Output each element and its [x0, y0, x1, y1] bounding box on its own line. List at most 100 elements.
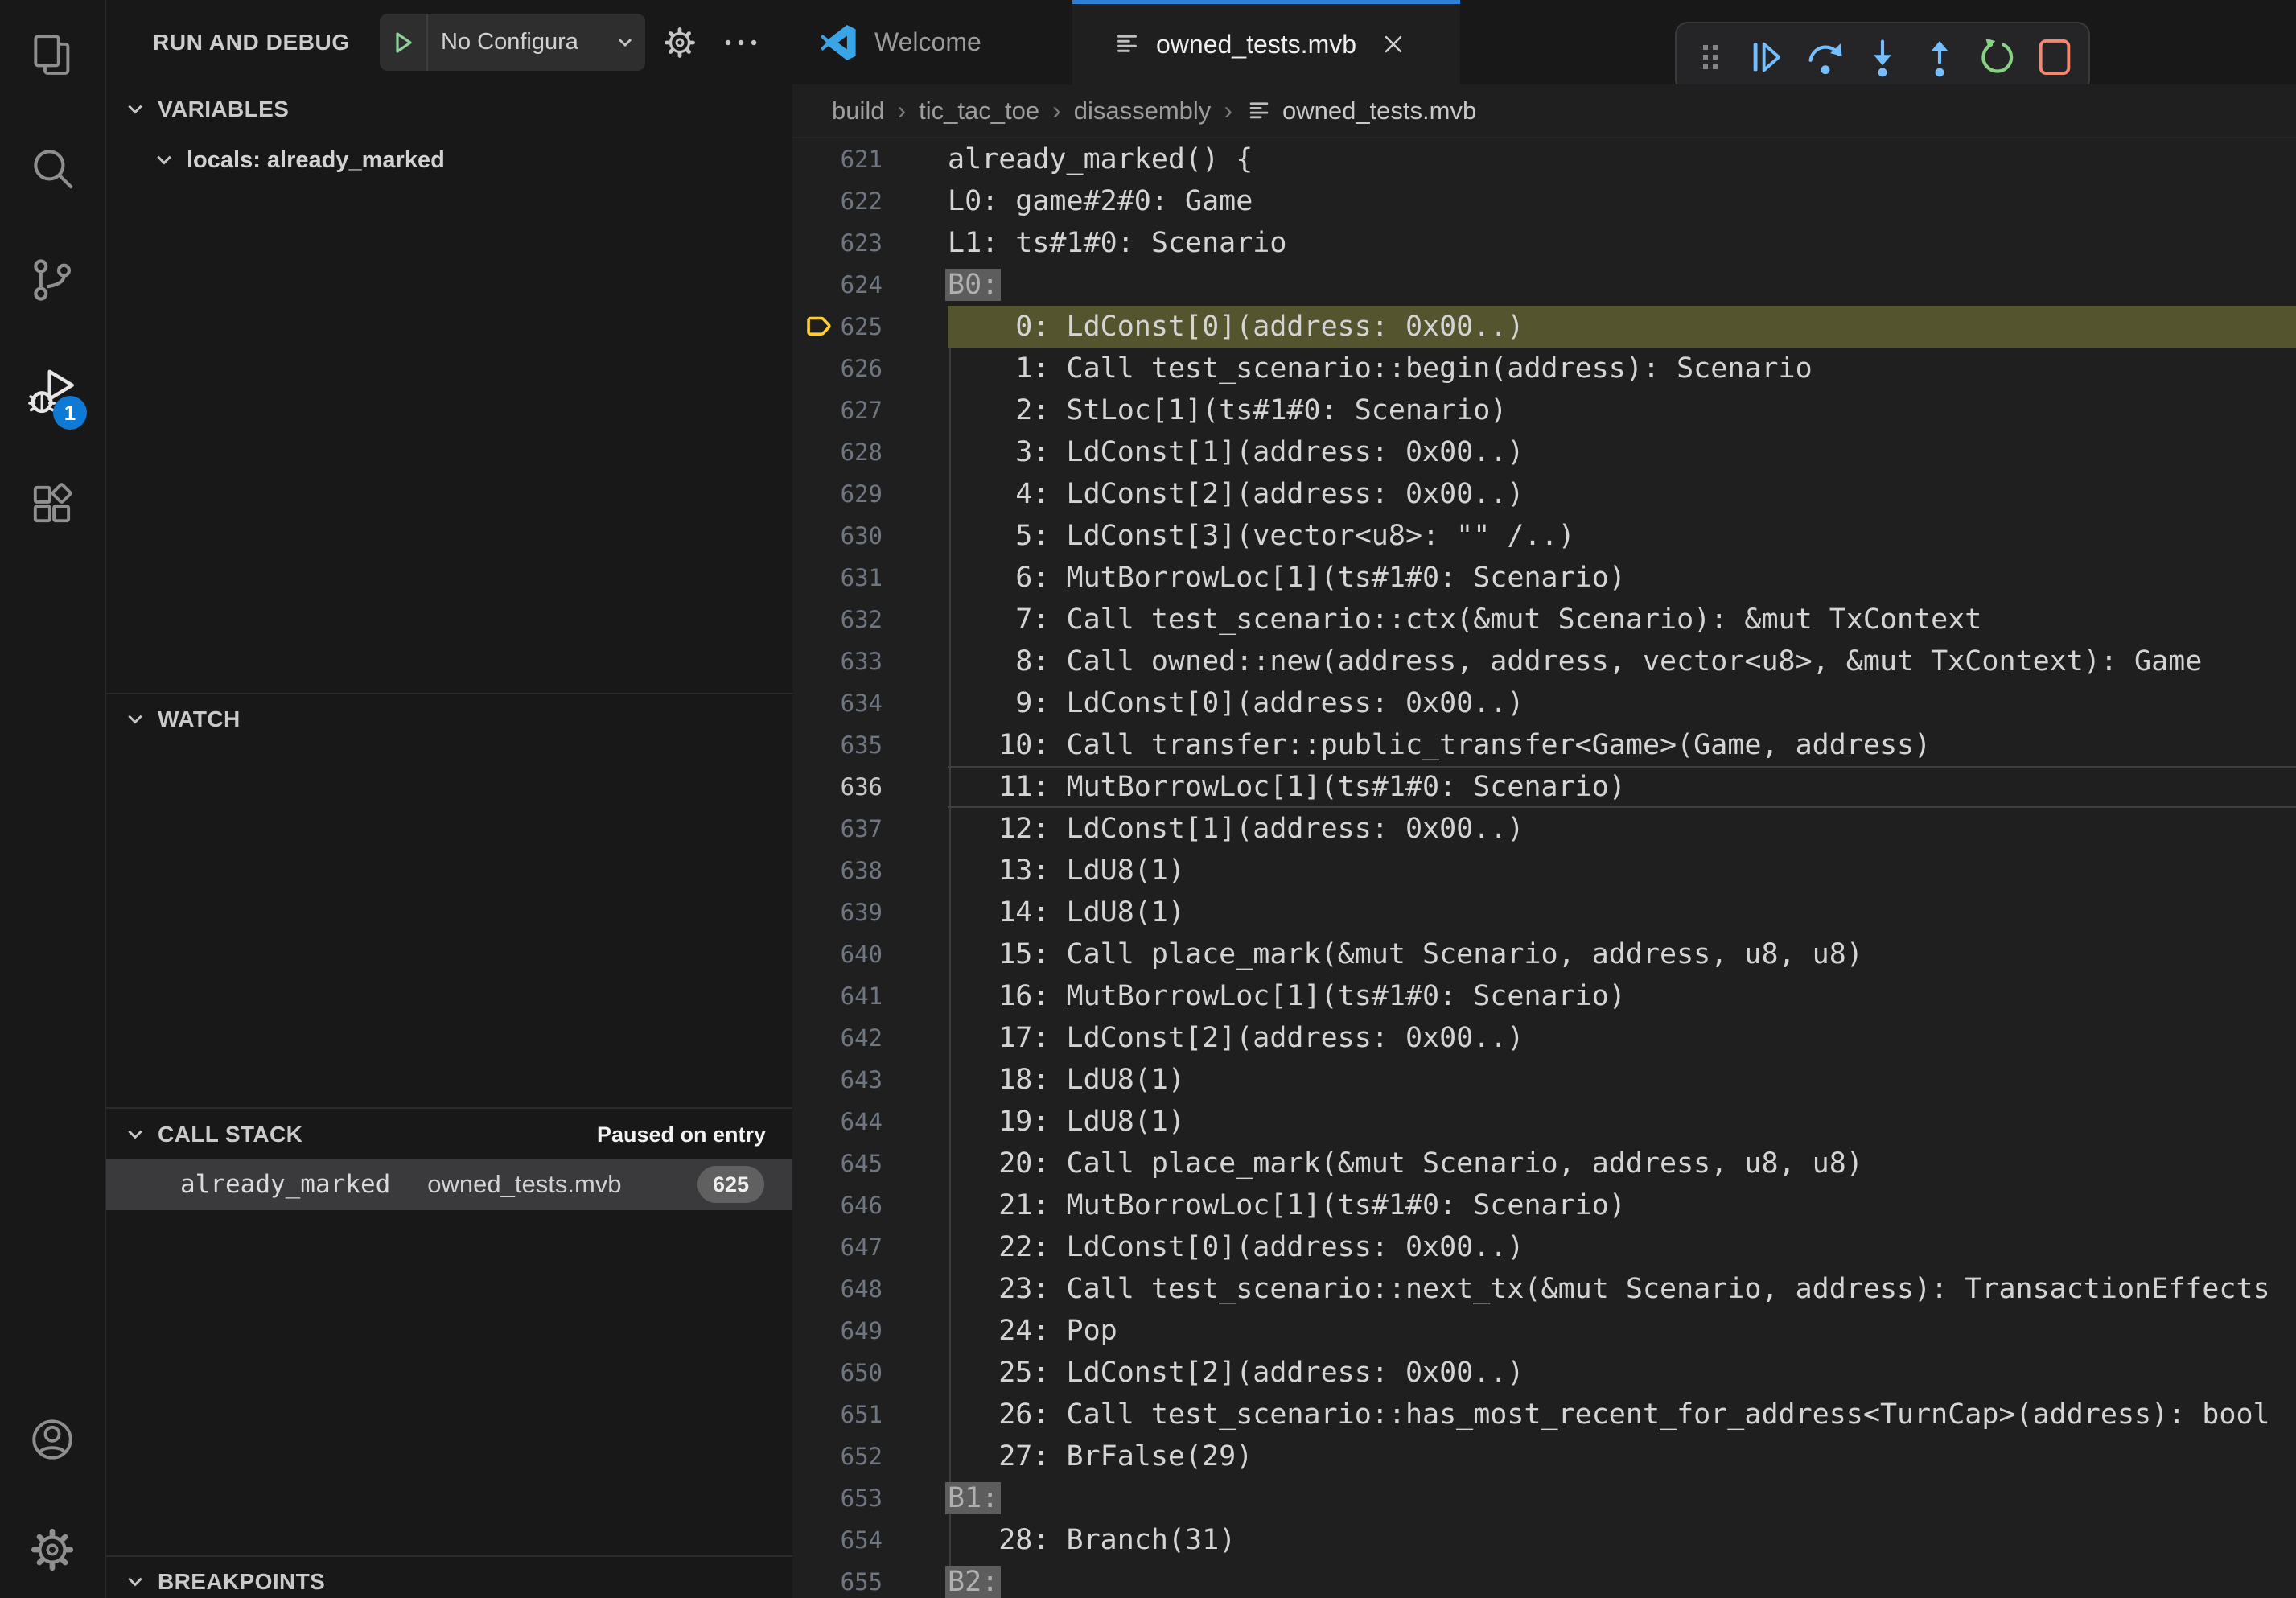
code-line[interactable]: 636 11: MutBorrowLoc[1](ts#1#0: Scenario… — [792, 766, 2296, 808]
code-line[interactable]: 640 15: Call place_mark(&mut Scenario, a… — [792, 933, 2296, 975]
breakpoints-section-header[interactable]: BREAKPOINTS — [106, 1561, 792, 1598]
line-number[interactable]: 627 — [792, 389, 883, 431]
breadcrumb-build[interactable]: build — [832, 97, 885, 126]
code-line[interactable]: 649 24: Pop — [792, 1310, 2296, 1352]
code-viewport[interactable]: 621 already_marked() { 622 L0: game#2#0:… — [792, 138, 2296, 1598]
call-stack-frame-row[interactable]: already_marked owned_tests.mvb 625 — [106, 1159, 792, 1210]
line-number[interactable]: 648 — [792, 1268, 883, 1310]
code-line[interactable]: 646 21: MutBorrowLoc[1](ts#1#0: Scenario… — [792, 1184, 2296, 1226]
line-number[interactable]: 654 — [792, 1519, 883, 1561]
line-number[interactable]: 641 — [792, 975, 883, 1017]
code-line[interactable]: 639 14: LdU8(1) — [792, 892, 2296, 933]
code-line[interactable]: 655 B2: — [792, 1561, 2296, 1598]
watch-section-header[interactable]: WATCH — [106, 698, 792, 740]
code-line[interactable]: 626 1: Call test_scenario::begin(address… — [792, 348, 2296, 389]
code-line[interactable]: 632 7: Call test_scenario::ctx(&mut Scen… — [792, 599, 2296, 640]
code-line[interactable]: 653 B1: — [792, 1477, 2296, 1519]
locals-scope-row[interactable]: locals: already_marked — [106, 139, 792, 181]
line-number[interactable]: 649 — [792, 1310, 883, 1352]
stop-button[interactable] — [2032, 35, 2077, 80]
code-line[interactable]: 647 22: LdConst[0](address: 0x00..) — [792, 1226, 2296, 1268]
code-line[interactable]: 654 28: Branch(31) — [792, 1519, 2296, 1561]
line-number[interactable]: 639 — [792, 892, 883, 933]
code-line[interactable]: 645 20: Call place_mark(&mut Scenario, a… — [792, 1143, 2296, 1184]
line-number[interactable]: 651 — [792, 1394, 883, 1435]
line-number[interactable]: 629 — [792, 473, 883, 515]
drag-handle-icon[interactable] — [1688, 35, 1733, 80]
continue-button[interactable] — [1745, 35, 1790, 80]
line-number[interactable]: 652 — [792, 1435, 883, 1477]
tab-welcome[interactable]: Welcome — [792, 0, 1072, 84]
step-over-button[interactable] — [1803, 35, 1848, 80]
code-line[interactable]: 624 B0: — [792, 264, 2296, 306]
code-line[interactable]: 629 4: LdConst[2](address: 0x00..) — [792, 473, 2296, 515]
line-number[interactable]: 637 — [792, 808, 883, 850]
line-number[interactable]: 640 — [792, 933, 883, 975]
code-line[interactable]: 635 10: Call transfer::public_transfer<G… — [792, 724, 2296, 766]
line-number[interactable]: 653 — [792, 1477, 883, 1519]
line-number[interactable]: 642 — [792, 1017, 883, 1059]
line-number[interactable]: 622 — [792, 180, 883, 222]
tab-owned-tests[interactable]: owned_tests.mvb — [1072, 0, 1460, 84]
line-number[interactable]: 621 — [792, 138, 883, 180]
code-line[interactable]: 623 L1: ts#1#0: Scenario — [792, 222, 2296, 264]
line-number[interactable]: 636 — [792, 766, 883, 808]
explorer-icon[interactable] — [27, 31, 77, 80]
line-number[interactable]: 644 — [792, 1101, 883, 1143]
code-line[interactable]: 651 26: Call test_scenario::has_most_rec… — [792, 1394, 2296, 1435]
line-number[interactable]: 646 — [792, 1184, 883, 1226]
line-number[interactable]: 632 — [792, 599, 883, 640]
code-line[interactable]: 641 16: MutBorrowLoc[1](ts#1#0: Scenario… — [792, 975, 2296, 1017]
code-line[interactable]: 637 12: LdConst[1](address: 0x00..) — [792, 808, 2296, 850]
debug-settings-gear-icon[interactable] — [661, 24, 698, 61]
line-number[interactable]: 630 — [792, 515, 883, 557]
line-number[interactable]: 624 — [792, 264, 883, 306]
line-number[interactable]: 655 — [792, 1561, 883, 1598]
step-into-button[interactable] — [1860, 35, 1905, 80]
code-line[interactable]: 633 8: Call owned::new(address, address,… — [792, 640, 2296, 682]
code-line[interactable]: 631 6: MutBorrowLoc[1](ts#1#0: Scenario) — [792, 557, 2296, 599]
line-number[interactable]: 631 — [792, 557, 883, 599]
line-number[interactable]: 638 — [792, 850, 883, 892]
line-number[interactable]: 633 — [792, 640, 883, 682]
code-line[interactable]: 621 already_marked() { — [792, 138, 2296, 180]
source-control-icon[interactable] — [27, 255, 77, 305]
line-number[interactable]: 647 — [792, 1226, 883, 1268]
settings-gear-icon[interactable] — [27, 1525, 77, 1575]
line-number[interactable]: 628 — [792, 431, 883, 473]
code-line[interactable]: 628 3: LdConst[1](address: 0x00..) — [792, 431, 2296, 473]
search-icon[interactable] — [27, 143, 77, 193]
line-number[interactable]: 650 — [792, 1352, 883, 1394]
call-stack-section-header[interactable]: CALL STACK Paused on entry — [106, 1114, 792, 1155]
close-icon[interactable] — [1379, 30, 1408, 59]
code-line[interactable]: 622 L0: game#2#0: Game — [792, 180, 2296, 222]
code-line[interactable]: 642 17: LdConst[2](address: 0x00..) — [792, 1017, 2296, 1059]
line-number[interactable]: 626 — [792, 348, 883, 389]
code-line[interactable]: 630 5: LdConst[3](vector<u8>: "" /..) — [792, 515, 2296, 557]
more-actions-icon[interactable] — [722, 37, 759, 48]
restart-button[interactable] — [1975, 35, 2020, 80]
breadcrumb-file[interactable]: owned_tests.mvb — [1282, 97, 1476, 126]
line-number[interactable]: 634 — [792, 682, 883, 724]
step-out-button[interactable] — [1917, 35, 1962, 80]
line-number[interactable]: 623 — [792, 222, 883, 264]
line-number[interactable]: 643 — [792, 1059, 883, 1101]
line-number[interactable]: 645 — [792, 1143, 883, 1184]
line-number[interactable]: 635 — [792, 724, 883, 766]
code-line[interactable]: 638 13: LdU8(1) — [792, 850, 2296, 892]
account-icon[interactable] — [27, 1415, 77, 1464]
breadcrumb-tic-tac-toe[interactable]: tic_tac_toe — [919, 97, 1039, 126]
variables-section-header[interactable]: VARIABLES — [106, 89, 792, 130]
code-line[interactable]: 644 19: LdU8(1) — [792, 1101, 2296, 1143]
breadcrumb-disassembly[interactable]: disassembly — [1074, 97, 1212, 126]
code-line[interactable]: 648 23: Call test_scenario::next_tx(&mut… — [792, 1268, 2296, 1310]
code-line[interactable]: 643 18: LdU8(1) — [792, 1059, 2296, 1101]
code-line[interactable]: 650 25: LdConst[2](address: 0x00..) — [792, 1352, 2296, 1394]
code-line[interactable]: 625 0: LdConst[0](address: 0x00..) — [792, 306, 2296, 348]
code-line[interactable]: 634 9: LdConst[0](address: 0x00..) — [792, 682, 2296, 724]
code-line[interactable]: 652 27: BrFalse(29) — [792, 1435, 2296, 1477]
code-line[interactable]: 627 2: StLoc[1](ts#1#0: Scenario) — [792, 389, 2296, 431]
debug-configuration-dropdown[interactable]: No Configura — [380, 14, 645, 71]
start-debug-button[interactable] — [380, 14, 428, 71]
extensions-icon[interactable] — [27, 479, 77, 529]
